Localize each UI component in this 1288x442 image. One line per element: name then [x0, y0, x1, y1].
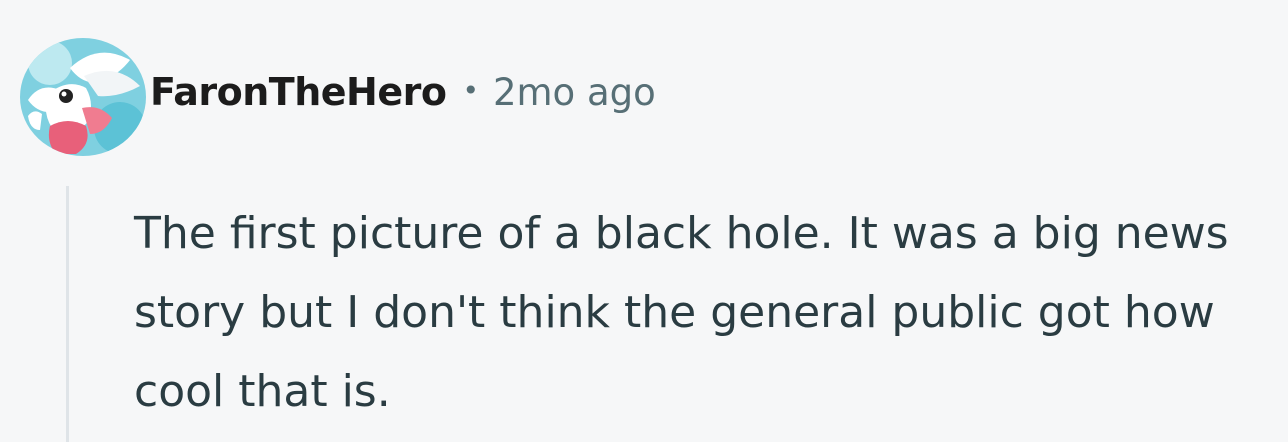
user-avatar[interactable]: [20, 38, 146, 156]
comment-body: The first picture of a black hole. It wa…: [134, 208, 1229, 417]
meta-separator: •: [462, 73, 479, 107]
comment: FaronTheHero • 2mo ago The first picture…: [0, 0, 1288, 442]
thread-line[interactable]: [66, 186, 69, 442]
username[interactable]: FaronTheHero: [150, 70, 447, 114]
avatar-image: [20, 38, 146, 156]
comment-header: FaronTheHero • 2mo ago: [20, 38, 656, 156]
timestamp[interactable]: 2mo ago: [493, 71, 656, 114]
